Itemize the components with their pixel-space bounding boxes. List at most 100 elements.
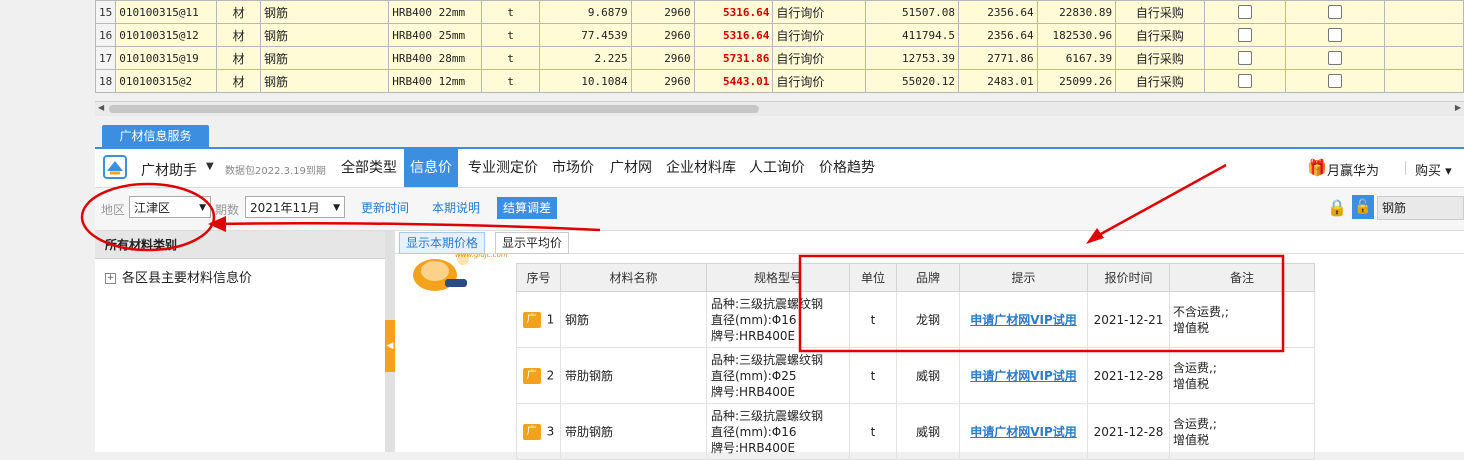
grid-cell-diffamt[interactable]: 25099.26	[1036, 69, 1117, 93]
grid-row[interactable]: 15 010100315@11 材钢筋 HRB400 22mm t 9.6879 2960 5…	[94, 0, 1464, 24]
grid-cell-name[interactable]: 钢筋	[260, 46, 390, 70]
column-header[interactable]: 提示	[959, 263, 1088, 292]
grid-cell-code[interactable]: 010100315@19	[115, 46, 218, 70]
grid-cell-diffamt[interactable]: 6167.39	[1036, 46, 1117, 70]
grid-cell-price[interactable]: 5316.64	[693, 23, 774, 47]
menu-item-1[interactable]: 信息价	[404, 149, 458, 187]
grid-cell-base[interactable]: 2960	[630, 0, 695, 24]
grid-cell-qty[interactable]: 9.6879	[538, 0, 632, 24]
grid-cell-base[interactable]: 2960	[630, 23, 695, 47]
grid-cell-type[interactable]: 材	[216, 0, 262, 24]
checkbox[interactable]	[1328, 5, 1343, 19]
grid-cell-purchase[interactable]: 自行采购	[1115, 23, 1205, 47]
grid-row[interactable]: 17 010100315@19 材钢筋 HRB400 28mm t 2.225 2960 57…	[94, 46, 1464, 70]
checkbox[interactable]	[1237, 28, 1252, 42]
scroll-left-icon[interactable]: ◀	[98, 103, 104, 112]
checkbox[interactable]	[1237, 5, 1252, 19]
vip-trial-link[interactable]: 申请广材网VIP试用	[970, 313, 1077, 327]
grid-cell-unit[interactable]: t	[481, 0, 540, 24]
menu-item-6[interactable]: 人工询价	[743, 149, 811, 187]
grid-cell-purchase[interactable]: 自行采购	[1115, 69, 1205, 93]
menu-item-4[interactable]: 广材网	[604, 149, 658, 187]
grid-checkbox-cell[interactable]	[1284, 23, 1386, 47]
checkbox[interactable]	[1328, 74, 1343, 88]
vip-trial-link[interactable]: 申请广材网VIP试用	[970, 425, 1077, 439]
menu-item-0[interactable]: 全部类型	[335, 149, 403, 187]
grid-cell-idx[interactable]: 17	[94, 46, 117, 70]
refresh-time-button[interactable]: 更新时间	[355, 197, 415, 219]
grid-checkbox-cell[interactable]	[1203, 46, 1286, 70]
grid-cell-base[interactable]: 2960	[630, 69, 695, 93]
grid-cell-type[interactable]: 材	[216, 69, 262, 93]
column-header[interactable]: 备注	[1169, 263, 1315, 292]
grid-cell-unit[interactable]: t	[481, 23, 540, 47]
expand-icon[interactable]: +	[105, 273, 116, 284]
menu-item-7[interactable]: 价格趋势	[813, 149, 881, 187]
checkbox[interactable]	[1237, 51, 1252, 65]
grid-cell-diff[interactable]: 2483.01	[958, 69, 1038, 93]
period-select[interactable]: 2021年11月 ▼	[245, 196, 345, 218]
grid-checkbox-cell[interactable]	[1284, 0, 1386, 24]
grid-cell-base[interactable]: 2960	[630, 46, 695, 70]
checkbox[interactable]	[1328, 51, 1343, 65]
grid-cell-amount[interactable]: 51507.08	[865, 0, 959, 24]
scroll-right-icon[interactable]: ▶	[1455, 103, 1461, 112]
grid-cell-source[interactable]: 自行询价	[772, 69, 867, 93]
column-header[interactable]: 规格型号	[706, 263, 850, 292]
collapse-handle-icon[interactable]: ◀	[385, 320, 395, 372]
settle-adjust-button[interactable]: 结算调差	[497, 197, 558, 219]
search-input[interactable]: 钢筋	[1377, 196, 1464, 220]
grid-cell-spec[interactable]: HRB400 25mm	[388, 23, 483, 47]
checkbox[interactable]	[1328, 28, 1343, 42]
gift-icon[interactable]: 🎁	[1307, 158, 1327, 177]
grid-cell-amount[interactable]: 12753.39	[865, 46, 959, 70]
grid-cell-diff[interactable]: 2771.86	[958, 46, 1038, 70]
tab-current-price[interactable]: 显示本期价格	[399, 232, 486, 254]
vip-trial-link[interactable]: 申请广材网VIP试用	[970, 369, 1077, 383]
unlock-icon[interactable]: 🔓	[1352, 195, 1374, 219]
table-row[interactable]: 广 1 钢筋 品种:三级抗震螺纹钢 直径(mm):Φ16 牌号:HRB400E t 龙钢 申请广…	[516, 291, 1315, 348]
menu-item-5[interactable]: 企业材料库	[660, 149, 742, 187]
grid-cell-spec[interactable]: HRB400 12mm	[388, 69, 483, 93]
column-header[interactable]: 品牌	[896, 263, 960, 292]
grid-empty-cell[interactable]	[1384, 69, 1464, 93]
column-header[interactable]: 材料名称	[560, 263, 707, 292]
grid-checkbox-cell[interactable]	[1284, 69, 1386, 93]
grid-cell-unit[interactable]: t	[481, 46, 540, 70]
grid-cell-price[interactable]: 5731.86	[693, 46, 774, 70]
grid-cell-source[interactable]: 自行询价	[772, 23, 867, 47]
grid-cell-code[interactable]: 010100315@12	[115, 23, 218, 47]
grid-cell-name[interactable]: 钢筋	[260, 0, 390, 24]
tab-material-info-service[interactable]: 广材信息服务	[102, 125, 209, 148]
grid-cell-qty[interactable]: 2.225	[538, 46, 632, 70]
grid-cell-type[interactable]: 材	[216, 46, 262, 70]
menu-item-3[interactable]: 市场价	[546, 149, 600, 187]
tree-item-district-prices[interactable]: + 各区县主要材料信息价	[105, 267, 252, 286]
grid-cell-code[interactable]: 010100315@11	[115, 0, 218, 24]
grid-empty-cell[interactable]	[1384, 46, 1464, 70]
grid-cell-qty[interactable]: 10.1084	[538, 69, 632, 93]
horizontal-scrollbar[interactable]: ◀ ▶	[95, 101, 1464, 116]
grid-cell-purchase[interactable]: 自行采购	[1115, 46, 1205, 70]
lock-icon[interactable]: 🔒	[1327, 198, 1347, 217]
grid-cell-name[interactable]: 钢筋	[260, 69, 390, 93]
grid-cell-idx[interactable]: 18	[94, 69, 117, 93]
grid-cell-amount[interactable]: 55020.12	[865, 69, 959, 93]
column-header[interactable]: 序号	[516, 263, 561, 292]
grid-cell-idx[interactable]: 15	[94, 0, 117, 24]
app-title[interactable]: 广材助手	[141, 160, 197, 180]
grid-cell-diff[interactable]: 2356.64	[958, 0, 1038, 24]
grid-empty-cell[interactable]	[1384, 0, 1464, 24]
grid-checkbox-cell[interactable]	[1203, 0, 1286, 24]
grid-cell-spec[interactable]: HRB400 28mm	[388, 46, 483, 70]
grid-cell-diffamt[interactable]: 182530.96	[1036, 23, 1117, 47]
grid-cell-unit[interactable]: t	[481, 69, 540, 93]
grid-cell-price[interactable]: 5316.64	[693, 0, 774, 24]
grid-checkbox-cell[interactable]	[1203, 69, 1286, 93]
column-header[interactable]: 报价时间	[1087, 263, 1170, 292]
grid-cell-amount[interactable]: 411794.5	[865, 23, 959, 47]
grid-cell-code[interactable]: 010100315@2	[115, 69, 218, 93]
grid-cell-purchase[interactable]: 自行采购	[1115, 0, 1205, 24]
chevron-down-icon[interactable]: ▼	[206, 161, 214, 172]
buy-button[interactable]: 购买 ▾	[1415, 160, 1452, 179]
